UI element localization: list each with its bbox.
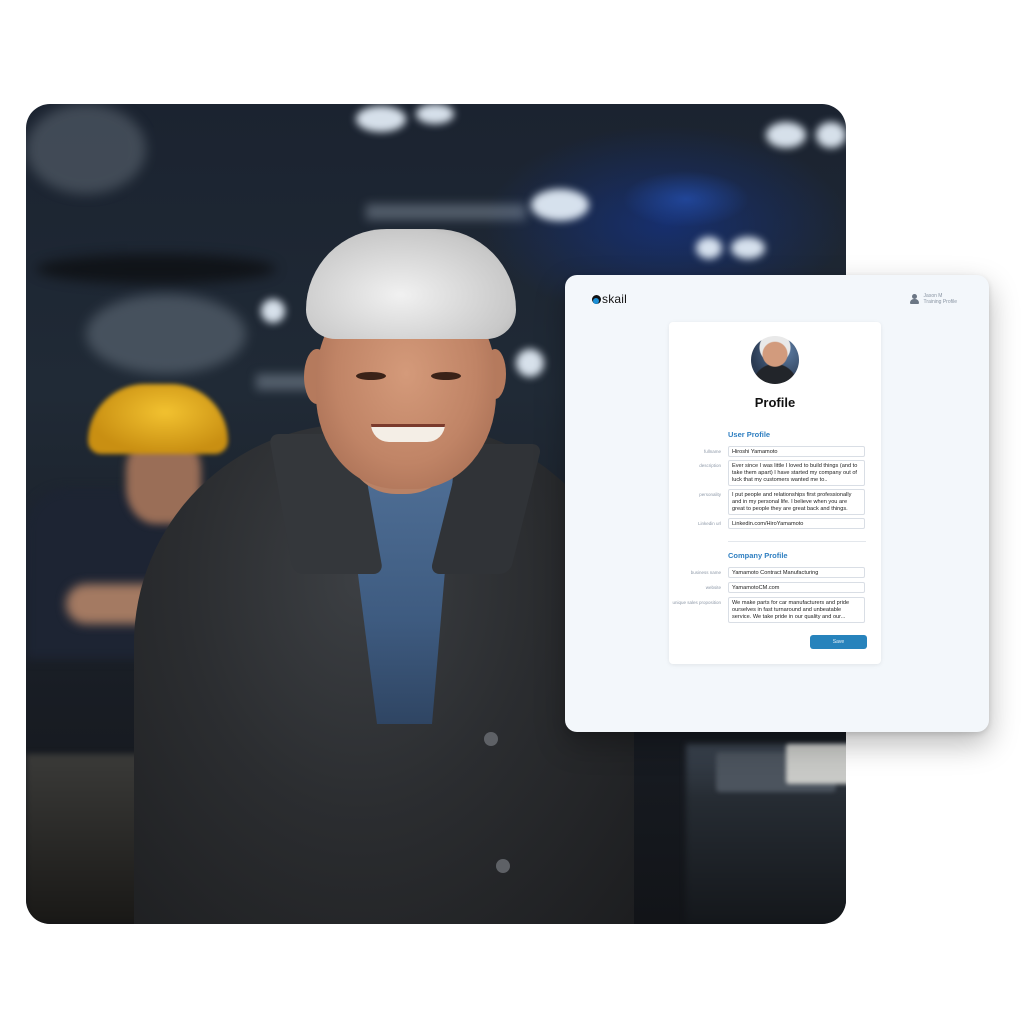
personality-field: personality I put people and relationshi… (669, 489, 881, 515)
ceiling-light (416, 104, 454, 124)
field-label: fullname (703, 449, 721, 454)
user-profile-heading: User Profile (728, 430, 771, 439)
machinery-blur (26, 104, 146, 194)
section-divider (728, 541, 866, 542)
man-eye (431, 372, 461, 380)
workbench (26, 754, 146, 924)
ceiling-light (696, 237, 722, 259)
usp-field: unique sales proposition We make parts f… (669, 597, 881, 623)
description-textarea[interactable]: Ever since I was little I loved to build… (728, 460, 865, 486)
field-label: Linkedin url (697, 521, 721, 526)
profile-app-window: skail Jason M Training Profile Profile U… (565, 275, 989, 732)
personality-textarea[interactable]: I put people and relationships first pro… (728, 489, 865, 515)
profile-panel: Profile User Profile fullname Hiroshi Ya… (669, 322, 881, 664)
field-label: website (705, 585, 721, 590)
ceiling-light (261, 299, 285, 323)
man-hair (306, 229, 516, 339)
fullname-field: fullname Hiroshi Yamamoto (669, 446, 881, 457)
fullname-input[interactable]: Hiroshi Yamamoto (728, 446, 865, 457)
machinery-blur (86, 294, 246, 374)
website-field: website YamamotoCM.com (669, 582, 881, 593)
jacket-button (484, 732, 498, 746)
business-name-field: business name Yamamoto Contract Manufact… (669, 567, 881, 578)
ceiling-light (516, 349, 544, 377)
man-eye (356, 372, 386, 380)
brand-name: skail (602, 292, 628, 306)
website-input[interactable]: YamamotoCM.com (728, 582, 865, 593)
jacket-button (496, 859, 510, 873)
company-profile-heading: Company Profile (728, 551, 788, 560)
machinery-blur (36, 254, 276, 284)
field-label: personality (699, 492, 721, 497)
man-smile (371, 424, 445, 442)
description-field: description Ever since I was little I lo… (669, 460, 881, 486)
avatar[interactable] (751, 336, 799, 384)
ceiling-light (731, 237, 765, 259)
field-label: unique sales proposition (672, 600, 721, 605)
field-label: business name (690, 570, 721, 575)
ceiling-light (816, 122, 846, 148)
field-label: description (699, 463, 721, 468)
hard-hat (88, 384, 228, 454)
linkedin-input[interactable]: Linkedin.com/HiroYamamoto (728, 518, 865, 529)
business-name-input[interactable]: Yamamoto Contract Manufacturing (728, 567, 865, 578)
save-button[interactable]: Save (810, 635, 867, 649)
ceiling-light (766, 122, 806, 148)
user-role: Training Profile (923, 299, 957, 305)
user-info: Jason M Training Profile (924, 293, 957, 305)
ceiling-light (356, 106, 406, 132)
usp-textarea[interactable]: We make parts for car manufacturers and … (728, 597, 865, 623)
linkedin-field: Linkedin url Linkedin.com/HiroYamamoto (669, 518, 881, 529)
user-menu[interactable]: Jason M Training Profile (909, 293, 957, 305)
brand-logo[interactable]: skail (592, 292, 627, 306)
user-icon (909, 294, 919, 304)
ceiling-light (531, 189, 589, 221)
logo-mark-icon (592, 294, 601, 304)
machine-part (786, 744, 846, 784)
page-title: Profile (754, 395, 796, 410)
light-beam (366, 204, 526, 220)
